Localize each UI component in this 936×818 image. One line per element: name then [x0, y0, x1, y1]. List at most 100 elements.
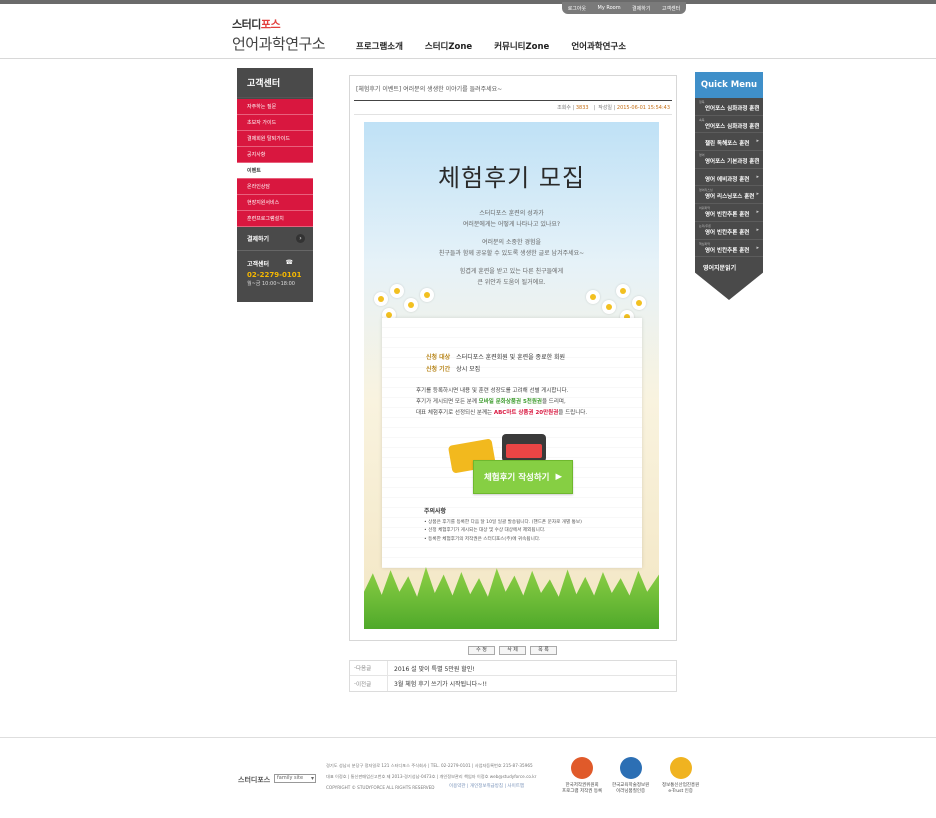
- intro-line: 힘겹게 훈련을 받고 있는 다른 친구들에게: [459, 268, 564, 275]
- site-logo[interactable]: 스터디포스 언어과학연구소: [232, 16, 326, 54]
- chevron-right-icon: ▸: [756, 120, 759, 127]
- intro-line: 스터디포스 훈련의 성과가: [479, 210, 544, 217]
- header-divider: [0, 58, 936, 59]
- sidebar-item[interactable]: 자주하는 질문: [237, 99, 313, 115]
- next-label-text: 다음글: [356, 666, 372, 672]
- sidebar-item[interactable]: 이벤트: [237, 163, 313, 179]
- sidebar-item[interactable]: 현장지원서비스: [237, 195, 313, 211]
- desc-text: 을 드립니다.: [558, 410, 588, 416]
- flower-icon: [420, 288, 434, 302]
- next-post-row[interactable]: - 다음글 2016 설 맞이 특별 5만원 할인!: [350, 661, 676, 676]
- prev-post-label: - 이전글: [350, 676, 388, 691]
- quick-menu-item[interactable]: 영어리스닝 영어 리스닝포스 훈련 ▸: [695, 186, 763, 205]
- flower-icon: [632, 296, 646, 310]
- edit-button[interactable]: 수 정: [468, 646, 495, 655]
- family-site-select[interactable]: family site: [274, 774, 316, 783]
- event-info-card: 신청 대상 스터디포스 훈련회원 및 훈련을 종료한 회원 신청 기간 상시 모집 …: [382, 318, 642, 568]
- quick-item-label: 영어 빈칸추론 훈련: [705, 247, 750, 254]
- footer-links[interactable]: 이용약관 | 개인정보취급방침 | 사이트맵: [449, 783, 524, 789]
- notice-item: • 선정 체험후기가 게시되는 대상 및 수상 대상에서 제외됩니다.: [424, 528, 546, 533]
- quick-item-category: 정독: [699, 100, 705, 104]
- quick-menu-item[interactable]: 논리/추론 영어 빈칸추론 훈련 ▸: [695, 222, 763, 240]
- sidebar-payment-button[interactable]: 결제하기 ›: [237, 227, 313, 251]
- quick-item-label: 챌린 독해포스 훈련: [705, 141, 750, 148]
- reward-mobile: 모바일 문화상품권 5천원권: [478, 399, 542, 405]
- sidebar-item[interactable]: 공지사항: [237, 147, 313, 163]
- quick-menu: Quick Menu 정독 언어포스 심화과정 훈련 ▸ 속독 언어포스 심화과정 훈련…: [695, 72, 763, 300]
- quick-menu-item[interactable]: 어휘파악 영어 빈칸추론 훈련 ▸: [695, 204, 763, 222]
- chevron-right-icon: ▸: [756, 138, 759, 145]
- cs-title: 고객센터: [247, 261, 270, 268]
- logo-text-a: 스터디: [232, 18, 261, 31]
- certification-desc: 이러닝품질인증: [616, 789, 646, 794]
- period-label: 신청 기간: [426, 366, 451, 373]
- prev-post-row[interactable]: - 이전글 3월 체험 후기 쓰기가 시작됩니다~!!: [350, 676, 676, 691]
- cs-hours: 월~금 10:00~18:00: [247, 281, 295, 287]
- quick-item-label: 영어 리스닝포스 훈련: [705, 194, 755, 201]
- quick-menu-items: 정독 언어포스 심화과정 훈련 ▸ 속독 언어포스 심화과정 훈련 ▸ 챌린 독해포스 훈련…: [695, 98, 763, 258]
- next-post-title[interactable]: 2016 설 맞이 특별 5만원 할인!: [388, 664, 475, 673]
- intro-line: 친구들과 함께 공유할 수 있도록 생생한 글로 남겨주세요~: [438, 250, 585, 257]
- sidebar-item[interactable]: 결제회원 탈퇴가이드: [237, 131, 313, 147]
- flower-icon: [586, 290, 600, 304]
- list-button[interactable]: 목 록: [530, 646, 557, 655]
- company-line: 경기도 성남시 분당구 정자일로 121 스터디포스 주식회사 | TEL. 0…: [326, 763, 533, 768]
- chevron-right-icon: ▸: [756, 173, 759, 180]
- sidebar-item[interactable]: 온라인상담: [237, 179, 313, 195]
- quick-item-label: 언어포스 심화과정 훈련: [705, 123, 760, 130]
- event-conditions: 신청 대상 스터디포스 훈련회원 및 훈련을 종료한 회원 신청 기간 상시 모집: [426, 352, 565, 376]
- quick-menu-item[interactable]: 영어 영어포스 기본과정 훈련 ▸: [695, 151, 763, 169]
- customer-center-info: 고객센터 ☎ 02-2279-0101 월~금 10:00~18:00: [237, 251, 313, 287]
- intro-line: 여러분에게는 어떻게 나타나고 있나요?: [462, 221, 561, 228]
- nav-community[interactable]: 커뮤니티Zone: [494, 40, 549, 52]
- sidebar-item[interactable]: 훈련프로그램설치: [237, 211, 313, 227]
- post-actions: 수 정 삭 제 목 록: [468, 646, 557, 655]
- quick-item-label: 영어 빈칸추론 훈련: [705, 229, 750, 236]
- quick-menu-item[interactable]: 챌린 독해포스 훈련 ▸: [695, 133, 763, 152]
- certification-desc: 프로그램 저작권 등록: [562, 789, 603, 794]
- period-value: 상시 모집: [456, 366, 481, 373]
- payment-link[interactable]: 결제하기: [632, 5, 650, 12]
- intro-line: 큰 위안과 도움이 될거에요.: [477, 279, 546, 286]
- logo-subtitle: 언어과학연구소: [232, 35, 326, 53]
- chevron-right-icon: ▸: [756, 226, 759, 233]
- nav-studyzone[interactable]: 스터디Zone: [425, 40, 472, 52]
- reward-abc: ABC마트 상품권 20만원권: [493, 410, 559, 416]
- quick-item-label: 영어 에비과정 훈련: [705, 176, 750, 183]
- views-count: 3833: [575, 105, 589, 111]
- certification-logo-icon: [619, 757, 642, 779]
- footer-logo: 스터디포스: [238, 776, 271, 784]
- date-label: 작성일: [598, 105, 613, 111]
- quick-menu-item[interactable]: 속독 언어포스 심화과정 훈련 ▸: [695, 116, 763, 134]
- chevron-right-icon: ›: [296, 234, 305, 243]
- notice-item: • 상품은 후기를 등록한 다음 달 10일 일괄 발송됩니다. (핸드폰 문자…: [424, 519, 582, 525]
- nav-institute[interactable]: 언어과학연구소: [571, 40, 626, 52]
- quick-item-category: 속독: [699, 117, 705, 122]
- intro-line: 여러분의 소중한 경험을: [481, 239, 541, 246]
- support-link[interactable]: 고객센터: [662, 5, 680, 12]
- certification-desc: e-Trust 인증: [668, 789, 693, 794]
- play-arrow-icon: ▶: [555, 472, 563, 482]
- sidebar-item[interactable]: 초보자 가이드: [237, 115, 313, 131]
- prev-label-text: 이전글: [356, 681, 372, 688]
- delete-button[interactable]: 삭 제: [499, 646, 526, 655]
- post-title: [체험후기 이벤트] 여러분의 생생한 이야기를 들려주세요~: [356, 86, 503, 93]
- quick-item-reading[interactable]: 영어지문읽기: [695, 257, 763, 277]
- write-review-button[interactable]: 체험후기 작성하기 ▶: [473, 460, 573, 494]
- nav-program[interactable]: 프로그램소개: [356, 40, 403, 52]
- target-value: 스터디포스 훈련회원 및 훈련을 종료한 회원: [456, 354, 566, 361]
- quick-menu-item[interactable]: 영어 에비과정 훈련 ▸: [695, 169, 763, 187]
- logout-link[interactable]: 로그아웃: [568, 5, 586, 12]
- notice-item: • 등록한 체험후기의 저작권은 스터디포스(주)에 귀속됩니다.: [424, 536, 541, 542]
- grass-decoration: [364, 567, 659, 629]
- event-poster: 체험후기 모집 스터디포스 훈련의 성과가 여러분에게는 어떻게 나타나고 있나요…: [364, 122, 659, 629]
- certification-badge: 정보통신산업진흥원 e-Trust 인증: [662, 757, 699, 795]
- cs-phone: 02-2279-0101: [247, 271, 302, 279]
- quick-menu-item[interactable]: 핵심파악 영어 빈칸추론 훈련 ▸: [695, 240, 763, 258]
- chevron-right-icon: ▸: [756, 191, 759, 198]
- left-sidebar: 고객센터 자주하는 질문 초보자 가이드 결제회원 탈퇴가이드 공지사항 이벤트 온라인상…: [237, 68, 313, 302]
- prev-post-title[interactable]: 3월 체험 후기 쓰기가 시작됩니다~!!: [388, 679, 487, 688]
- flower-icon: [602, 300, 616, 314]
- myroom-link[interactable]: My Room: [598, 5, 621, 11]
- quick-menu-item[interactable]: 정독 언어포스 심화과정 훈련 ▸: [695, 98, 763, 116]
